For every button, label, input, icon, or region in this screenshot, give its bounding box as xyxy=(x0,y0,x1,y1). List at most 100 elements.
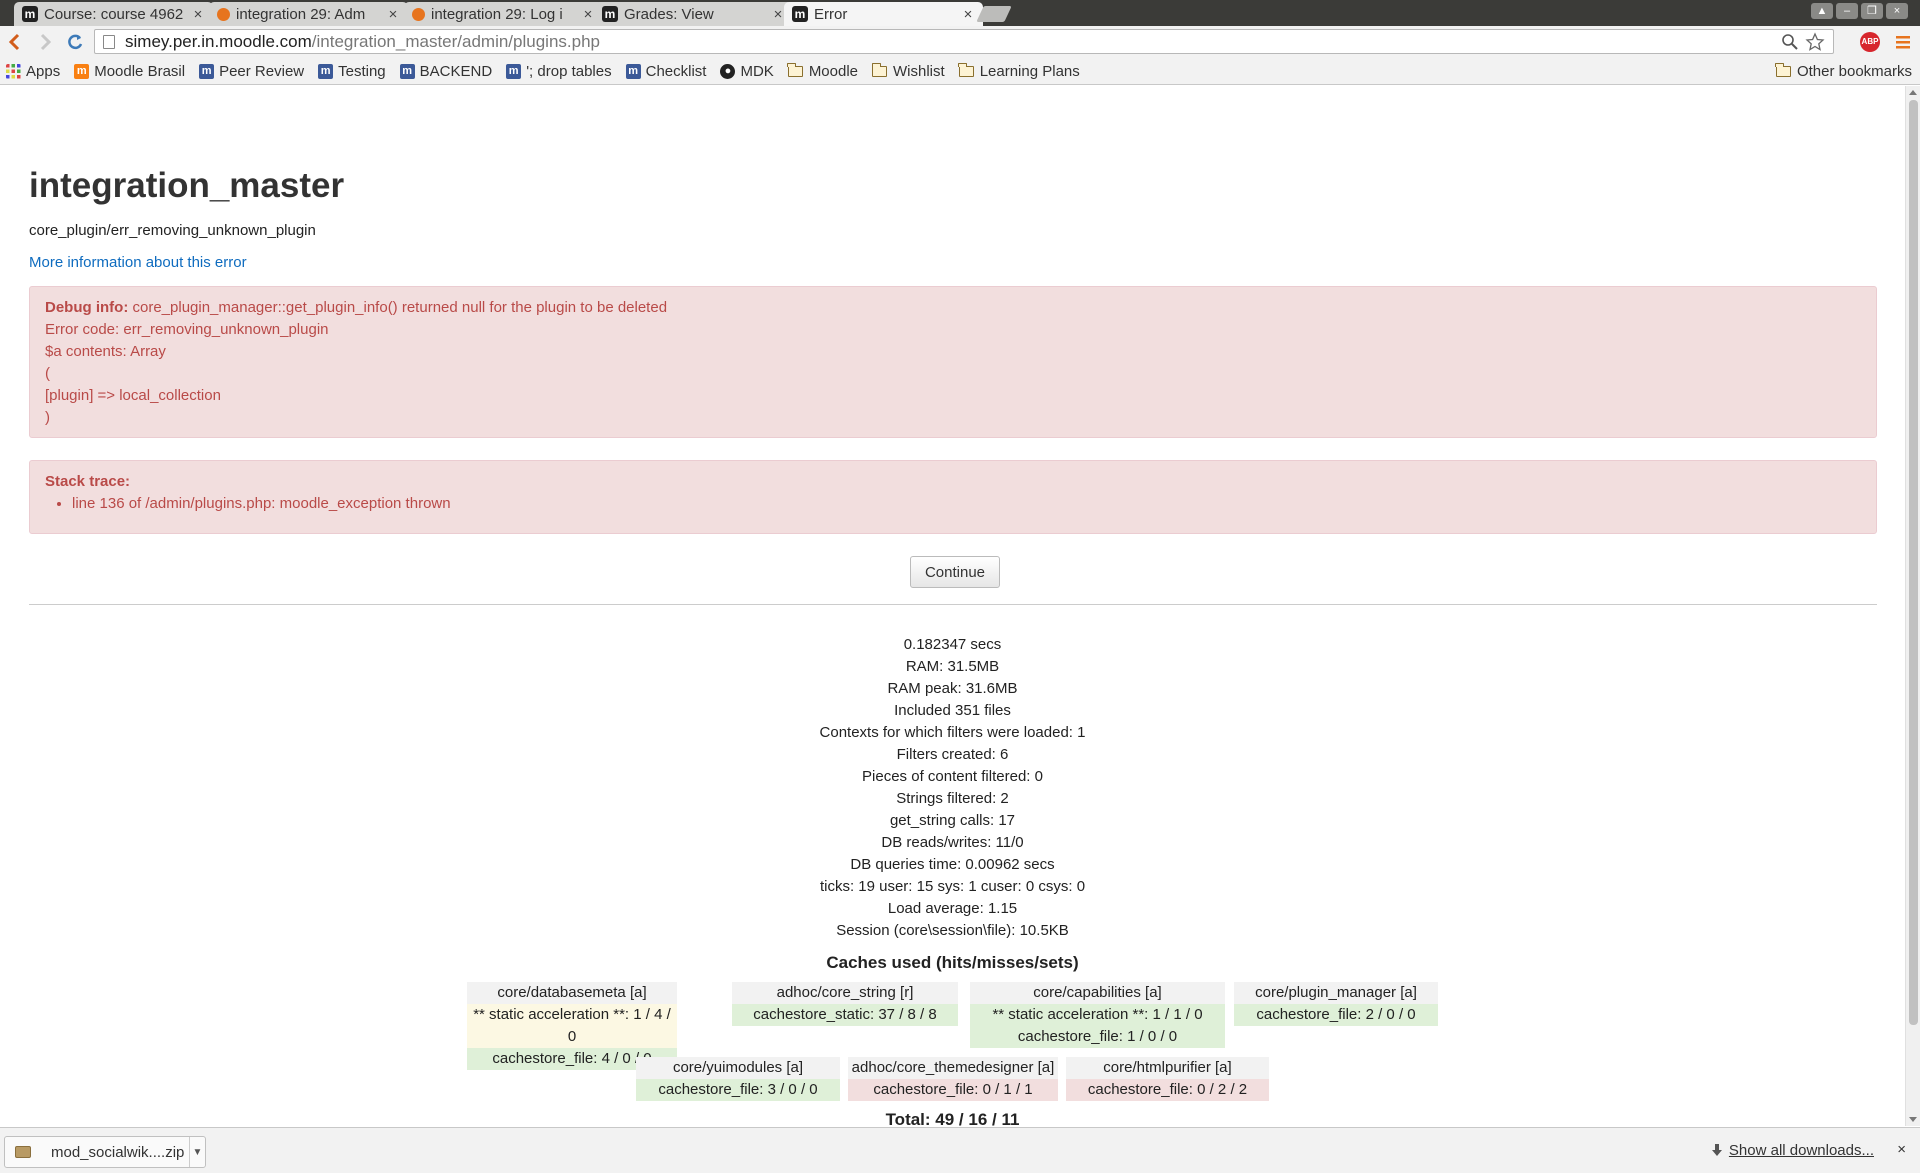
show-all-downloads-link[interactable]: Show all downloads... xyxy=(1711,1142,1874,1159)
bookmark-label: MDK xyxy=(740,62,774,80)
bookmark-drop-tables[interactable]: m '; drop tables xyxy=(506,62,612,80)
cache-name: core/plugin_manager [a] xyxy=(1234,982,1438,1004)
url-path: /integration_master/admin/plugins.php xyxy=(311,31,600,51)
page-icon xyxy=(103,34,115,49)
cache-name: core/capabilities [a] xyxy=(970,982,1225,1004)
address-bar[interactable]: simey.per.in.moodle.com/integration_mast… xyxy=(94,29,1834,54)
tab-grades[interactable]: m Grades: View × xyxy=(594,2,793,26)
moodle-icon: m xyxy=(625,63,641,79)
cache-stat: cachestore_static: 37 / 8 / 8 xyxy=(732,1004,958,1026)
bookmark-label: Checklist xyxy=(645,62,707,80)
other-bookmarks[interactable]: Other bookmarks xyxy=(1775,63,1912,80)
apps-grid-icon xyxy=(6,63,21,78)
moodle-icon: m xyxy=(74,63,90,79)
folder-icon xyxy=(871,62,888,77)
caches-total: Total: 49 / 16 / 11 xyxy=(885,1110,1020,1126)
scroll-down-arrow-icon[interactable] xyxy=(1909,1117,1917,1122)
perf-line: 0.182347 secs xyxy=(903,636,1002,653)
close-icon[interactable]: × xyxy=(961,6,975,23)
tab-error[interactable]: m Error × xyxy=(784,2,983,26)
moodle-icon: m xyxy=(506,63,522,79)
close-icon[interactable]: × xyxy=(771,6,785,23)
perf-line: get_string calls: 17 xyxy=(889,812,1016,829)
stack-trace-list: line 136 of /admin/plugins.php: moodle_e… xyxy=(72,493,1861,515)
cache-name: core/htmlpurifier [a] xyxy=(1066,1057,1269,1079)
archive-file-icon xyxy=(15,1146,31,1158)
perf-line: Strings filtered: 2 xyxy=(896,790,1009,807)
tab-course[interactable]: m Course: course 4962 × xyxy=(14,2,213,26)
cache-htmlpurifier: core/htmlpurifier [a] cachestore_file: 0… xyxy=(1066,1057,1269,1101)
cache-stat: cachestore_file: 3 / 0 / 0 xyxy=(636,1079,840,1101)
debug-line: [plugin] => local_collection xyxy=(45,387,221,404)
stack-trace-box: Stack trace: line 136 of /admin/plugins.… xyxy=(29,460,1877,534)
forward-button[interactable] xyxy=(30,27,60,57)
debug-line: Error code: err_removing_unknown_plugin xyxy=(45,321,329,338)
close-icon[interactable]: × xyxy=(581,6,595,23)
perf-line: Included 351 files xyxy=(894,702,1011,719)
close-icon[interactable]: × xyxy=(386,6,400,23)
tab-title: Course: course 4962 xyxy=(44,5,184,23)
debug-info-line: Debug info: core_plugin_manager::get_plu… xyxy=(45,297,1861,319)
menu-icon[interactable] xyxy=(1895,34,1911,50)
adblock-icon[interactable]: ABP xyxy=(1860,32,1880,52)
minimize-icon[interactable]: – xyxy=(1836,3,1858,19)
folder-icon xyxy=(1775,63,1791,77)
download-bar: mod_socialwik....zip ▼ Show all download… xyxy=(0,1127,1920,1173)
page-content: integration_master core_plugin/err_remov… xyxy=(0,86,1905,1126)
debug-line: ) xyxy=(45,409,50,426)
reload-icon xyxy=(68,34,83,50)
bookmark-star-icon[interactable] xyxy=(1805,32,1825,52)
moodle-icon: m xyxy=(22,6,38,22)
bookmark-mdk[interactable]: ● MDK xyxy=(720,62,774,80)
bookmark-peer-review[interactable]: m Peer Review xyxy=(199,63,304,80)
divider xyxy=(29,604,1877,605)
page-scrollbar[interactable] xyxy=(1905,86,1920,1126)
reload-button[interactable] xyxy=(60,27,90,57)
bookmark-backend[interactable]: m BACKEND xyxy=(399,63,492,80)
cache-stat: ** static acceleration **: 1 / 4 / 0 xyxy=(467,1004,677,1048)
cache-name: adhoc/core_themedesigner [a] xyxy=(848,1057,1058,1079)
tab-integration-admin[interactable]: integration 29: Adm × xyxy=(209,2,408,26)
close-icon[interactable]: × xyxy=(1897,1141,1906,1158)
bookmark-label: Testing xyxy=(338,62,386,80)
continue-button[interactable]: Continue xyxy=(910,556,1000,588)
graduation-hat-icon xyxy=(217,7,230,21)
cache-stat: cachestore_file: 0 / 2 / 2 xyxy=(1066,1079,1269,1101)
folder-icon xyxy=(787,62,803,77)
user-icon[interactable]: ▲ xyxy=(1811,3,1833,19)
bookmark-moodle-brasil[interactable]: m Moodle Brasil xyxy=(74,63,185,80)
scrollbar-thumb[interactable] xyxy=(1909,100,1918,1025)
close-window-icon[interactable]: × xyxy=(1886,3,1908,19)
close-icon[interactable]: × xyxy=(191,6,205,23)
bookmark-testing[interactable]: m Testing xyxy=(318,63,386,80)
chevron-down-icon[interactable]: ▼ xyxy=(189,1137,205,1167)
moodle-icon: m xyxy=(399,63,415,79)
bookmark-apps[interactable]: Apps xyxy=(6,63,60,80)
new-tab-button[interactable] xyxy=(976,6,1012,22)
download-item[interactable]: mod_socialwik....zip ▼ xyxy=(4,1136,206,1168)
cache-core-string: adhoc/core_string [r] cachestore_static:… xyxy=(732,982,958,1026)
tab-integration-log[interactable]: integration 29: Log i × xyxy=(404,2,603,26)
error-code: core_plugin/err_removing_unknown_plugin xyxy=(29,222,316,239)
bookmark-label: '; drop tables xyxy=(526,62,612,80)
zoom-icon[interactable] xyxy=(1781,33,1799,51)
cache-name: core/yuimodules [a] xyxy=(636,1057,840,1079)
bookmarks-bar: Apps m Moodle Brasil m Peer Review m Tes… xyxy=(0,58,1920,85)
graduation-hat-icon xyxy=(412,7,425,21)
bookmark-folder-learning-plans[interactable]: Learning Plans xyxy=(958,62,1080,80)
cache-themedesigner: adhoc/core_themedesigner [a] cachestore_… xyxy=(848,1057,1058,1101)
cache-capabilities: core/capabilities [a] ** static accelera… xyxy=(970,982,1225,1048)
moodle-icon: m xyxy=(602,6,618,22)
scroll-up-arrow-icon[interactable] xyxy=(1909,90,1917,95)
perf-line: Filters created: 6 xyxy=(896,746,1009,763)
restore-icon[interactable]: ❐ xyxy=(1861,3,1883,19)
moodle-icon: m xyxy=(199,63,215,79)
back-button[interactable] xyxy=(0,27,30,57)
more-info-link[interactable]: More information about this error xyxy=(29,254,247,271)
cache-name: core/databasemeta [a] xyxy=(467,982,677,1004)
bookmark-folder-moodle[interactable]: Moodle xyxy=(787,62,858,80)
bookmark-folder-wishlist[interactable]: Wishlist xyxy=(871,62,945,80)
perf-line: RAM: 31.5MB xyxy=(905,658,1000,675)
bookmark-checklist[interactable]: m Checklist xyxy=(625,62,707,80)
bookmark-label: Learning Plans xyxy=(979,62,1080,80)
